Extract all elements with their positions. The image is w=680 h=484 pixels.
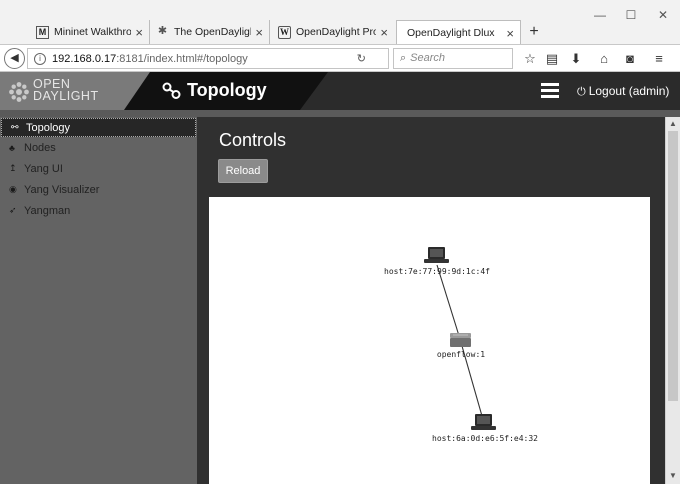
rocket-icon: ➶ bbox=[9, 205, 17, 215]
sidebar-item-label: Yang Visualizer bbox=[24, 183, 100, 196]
browser-tab-opendaylight-p[interactable]: ✱ The OpenDaylight P × bbox=[150, 20, 270, 44]
switch-label: openflow:1 bbox=[437, 350, 485, 359]
power-icon: ⏻ bbox=[577, 86, 586, 98]
logo-line-daylight: DAYLIGHT bbox=[33, 89, 99, 103]
scroll-down-icon[interactable]: ▼ bbox=[666, 471, 680, 483]
main-content: Controls Reload host:7e:77:99:9d:1c:4f o… bbox=[197, 117, 665, 484]
browser-tab-mininet[interactable]: M Mininet Walkthroug × bbox=[30, 20, 150, 44]
close-tab-icon[interactable]: × bbox=[255, 25, 263, 40]
topology-icon: ⚯ bbox=[11, 122, 19, 132]
tab-title: Mininet Walkthroug bbox=[54, 26, 132, 38]
download-icon[interactable]: ⬇ bbox=[567, 50, 585, 68]
sidebar-item-label: Yangman bbox=[24, 204, 71, 217]
topology-icon bbox=[162, 82, 181, 99]
back-arrow-icon[interactable]: ◀ bbox=[4, 48, 25, 69]
host-label: host:6a:0d:e6:5f:e4:32 bbox=[432, 434, 538, 443]
topology-graph[interactable]: host:7e:77:99:9d:1c:4f openflow:1 host:6… bbox=[209, 197, 650, 484]
reload-page-icon[interactable]: ↻ bbox=[357, 52, 366, 65]
close-tab-icon[interactable]: × bbox=[506, 26, 514, 41]
medium-icon: M bbox=[36, 25, 49, 39]
logout-button[interactable]: ⏻ Logout (admin) bbox=[577, 84, 669, 99]
tab-title: The OpenDaylight P bbox=[174, 26, 251, 38]
menu-icon[interactable]: ≡ bbox=[650, 50, 668, 68]
browser-tab-wikipedia[interactable]: W OpenDaylight Proje × bbox=[272, 20, 394, 44]
url-bar[interactable]: i 192.168.0.17 :8181/index.html#/topolog… bbox=[27, 48, 389, 69]
sidebar-item-label: Yang UI bbox=[24, 162, 63, 175]
eye-icon: ◉ bbox=[9, 184, 17, 194]
reading-list-icon[interactable]: ▤ bbox=[543, 50, 561, 68]
sitemap-icon: ♣ bbox=[9, 142, 15, 153]
page-title-text: Topology bbox=[187, 80, 267, 100]
url-host: 192.168.0.17 bbox=[52, 52, 117, 65]
search-input[interactable]: ⌕ Search bbox=[393, 48, 513, 69]
sidebar-item-label: Topology bbox=[26, 121, 71, 134]
scrollbar-thumb[interactable] bbox=[668, 131, 678, 401]
yang-ui-icon: ↥ bbox=[9, 163, 17, 173]
app-header: OPEN DAYLIGHT Topology ⏻ Logout (admin) bbox=[0, 72, 680, 110]
sidebar-item-yang-visualizer[interactable]: ◉ Yang Visualizer bbox=[0, 179, 197, 200]
maximize-icon[interactable]: ☐ bbox=[620, 8, 642, 22]
pocket-icon[interactable]: ◙ bbox=[621, 50, 639, 68]
search-placeholder: Search bbox=[410, 52, 446, 64]
tab-title: OpenDaylight Dlux bbox=[407, 27, 495, 39]
sidebar-item-nodes[interactable]: ♣ Nodes bbox=[0, 137, 197, 158]
reload-button[interactable]: Reload bbox=[218, 159, 268, 183]
info-icon[interactable]: i bbox=[34, 52, 46, 65]
new-tab-button[interactable]: + bbox=[524, 20, 544, 44]
topology-link bbox=[436, 264, 461, 340]
close-window-icon[interactable]: ✕ bbox=[652, 8, 674, 22]
browser-tab-dlux[interactable]: OpenDaylight Dlux × bbox=[396, 20, 521, 45]
host-node[interactable]: host:7e:77:99:9d:1c:4f bbox=[384, 247, 490, 276]
sidebar-item-yang-ui[interactable]: ↥ Yang UI bbox=[0, 158, 197, 179]
host-node[interactable]: host:6a:0d:e6:5f:e4:32 bbox=[432, 414, 538, 443]
odl-favicon-icon: ✱ bbox=[157, 24, 168, 37]
topology-canvas[interactable]: host:7e:77:99:9d:1c:4f openflow:1 host:6… bbox=[209, 197, 650, 484]
hamburger-menu-icon[interactable] bbox=[541, 83, 559, 98]
minimize-icon[interactable]: — bbox=[589, 8, 611, 22]
home-icon[interactable]: ⌂ bbox=[595, 50, 613, 68]
page-scrollbar[interactable]: ▲ ▼ bbox=[665, 117, 680, 484]
close-tab-icon[interactable]: × bbox=[135, 25, 143, 40]
scroll-up-icon[interactable]: ▲ bbox=[666, 119, 680, 131]
wikipedia-icon: W bbox=[278, 25, 291, 39]
url-path: :8181/index.html#/topology bbox=[116, 52, 248, 65]
logout-label: Logout (admin) bbox=[588, 84, 670, 98]
close-tab-icon[interactable]: × bbox=[380, 25, 388, 40]
sidebar-item-label: Nodes bbox=[24, 141, 56, 154]
sidebar: ⚯ Topology ♣ Nodes ↥ Yang UI ◉ Yang Visu… bbox=[0, 117, 197, 484]
sidebar-item-topology[interactable]: ⚯ Topology bbox=[1, 118, 196, 137]
star-icon[interactable]: ☆ bbox=[521, 50, 539, 68]
opendaylight-logo-icon bbox=[9, 82, 29, 102]
host-label: host:7e:77:99:9d:1c:4f bbox=[384, 267, 490, 276]
search-icon: ⌕ bbox=[400, 52, 407, 64]
switch-node[interactable]: openflow:1 bbox=[437, 333, 485, 359]
browser-tab-bar: M Mininet Walkthroug × ✱ The OpenDayligh… bbox=[0, 0, 680, 45]
tab-title: OpenDaylight Proje bbox=[296, 26, 377, 38]
sidebar-item-yangman[interactable]: ➶ Yangman bbox=[0, 200, 197, 221]
header-divider bbox=[0, 110, 680, 117]
controls-heading: Controls bbox=[219, 130, 287, 150]
logo-text: OPEN DAYLIGHT bbox=[33, 78, 99, 103]
browser-nav-bar: ◀ i 192.168.0.17 :8181/index.html#/topol… bbox=[0, 44, 680, 72]
page-title: Topology bbox=[162, 80, 267, 101]
